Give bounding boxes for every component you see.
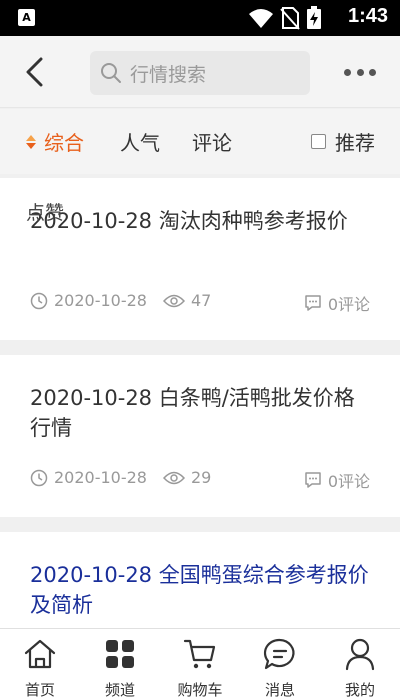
article-title[interactable]: 2020-10-28 淘汰肉种鸭参考报价 [30,206,370,236]
filter-recommend-toggle[interactable]: 推荐 [311,127,375,156]
article-title[interactable]: 2020-10-28 全国鸭蛋综合参考报价及简析 [30,560,370,620]
filter-popularity-label: 人气 [120,131,160,155]
more-dots-icon [344,68,351,76]
article-meta: 2020-10-28 29 0评论 [30,468,370,492]
article-date: 2020-10-28 [54,468,147,487]
recommend-checkbox[interactable] [311,134,326,149]
sort-arrows-icon [26,134,36,149]
top-header: 行情搜索 [0,36,400,108]
article-meta: 2020-10-28 47 0评论 [30,291,370,315]
nav-item-home[interactable]: 首页 [0,629,80,700]
nav-item-channel[interactable]: 频道 [80,629,160,700]
nav-label: 频道 [104,681,135,699]
search-icon [101,63,121,83]
article-card[interactable]: 2020-10-28 白条鸭/活鸭批发价格行情 2020-10-28 29 0评… [0,355,400,517]
status-time: 1:43 [347,5,388,27]
status-bar: A 1:43 [0,0,400,36]
more-button[interactable] [344,62,376,82]
wifi-icon [249,9,273,28]
filter-comments-tab[interactable]: 评论 [192,127,232,156]
nav-label: 购物车 [177,681,223,699]
clock-icon [30,469,48,486]
nav-item-messages[interactable]: 消息 [240,629,320,700]
user-icon [342,637,378,671]
comment-icon [305,472,321,488]
like-overlay-label: 点赞 [26,202,65,224]
clock-icon [30,292,48,309]
no-sim-icon [280,7,300,30]
article-comments[interactable]: 0评论 [304,468,370,492]
app-notification-icon: A [18,9,35,26]
nav-item-profile[interactable]: 我的 [320,629,400,700]
article-comments[interactable]: 0评论 [304,291,370,315]
battery-charging-icon [307,6,321,29]
article-comment-count: 0评论 [327,472,370,491]
search-placeholder: 行情搜索 [130,63,207,86]
cart-icon [182,637,218,671]
article-title[interactable]: 2020-10-28 白条鸭/活鸭批发价格行情 [30,383,370,443]
nav-label: 我的 [344,681,375,699]
article-comment-count: 0评论 [327,295,370,314]
search-input[interactable]: 行情搜索 [90,51,310,95]
article-card[interactable]: 2020-10-28 全国鸭蛋综合参考报价及简析 [0,532,400,628]
filter-sort-label: 综合 [44,131,84,155]
filter-bar: 综合 人气 评论 推荐 [0,109,400,174]
nav-label: 消息 [264,681,295,699]
eye-icon [163,471,185,484]
eye-icon [163,294,185,307]
filter-popularity-tab[interactable]: 人气 [120,127,160,156]
grid-icon [102,637,138,671]
article-date: 2020-10-28 [54,291,147,310]
back-button[interactable] [20,56,50,88]
article-views: 29 [191,468,212,487]
home-icon [22,637,58,671]
bottom-nav: 首页 频道 购物车 消息 我的 [0,628,400,700]
nav-item-cart[interactable]: 购物车 [160,629,240,700]
comment-icon [305,295,321,311]
article-views: 47 [191,291,212,310]
chevron-left-icon [26,57,43,87]
filter-recommend-label: 推荐 [335,131,375,155]
message-icon [262,637,298,671]
nav-label: 首页 [24,681,55,699]
filter-sort-tab[interactable]: 综合 [26,127,84,156]
filter-comments-label: 评论 [192,131,232,155]
status-icons [248,6,322,30]
article-card[interactable]: 2020-10-28 淘汰肉种鸭参考报价 点赞 2020-10-28 47 0评… [0,178,400,340]
